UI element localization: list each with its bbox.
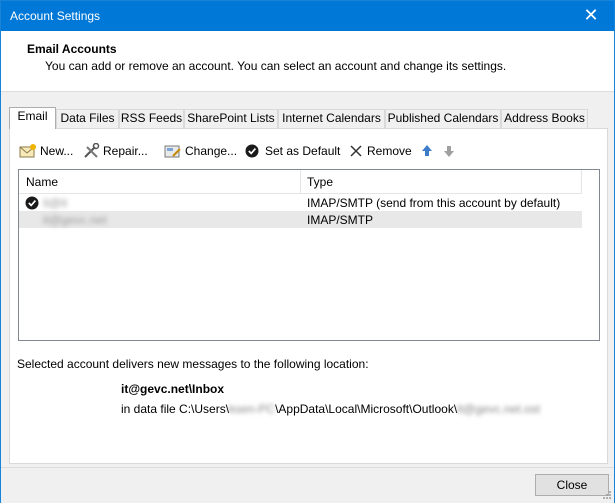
column-type[interactable]: Type <box>307 175 333 189</box>
tab-internet-calendars[interactable]: Internet Calendars <box>278 109 385 128</box>
change-label: Change... <box>185 144 238 158</box>
change-account-icon <box>164 145 181 158</box>
account-settings-window: Account Settings ✕ Email Accounts You ca… <box>0 0 615 503</box>
table-row[interactable]: it@it IMAP/SMTP (send from this account … <box>19 194 582 211</box>
default-check-icon <box>25 196 39 210</box>
repair-label: Repair... <box>103 144 148 158</box>
new-mail-icon <box>19 144 36 158</box>
close-button[interactable]: Close <box>535 474 609 496</box>
account-name: it@gevc.net <box>43 213 107 227</box>
change-button[interactable]: Change... <box>164 141 238 161</box>
data-file-name: it@gevc.net.ost <box>457 402 541 416</box>
account-type: IMAP/SMTP <box>307 213 374 227</box>
remove-label: Remove <box>367 144 412 158</box>
resize-grip-icon[interactable] <box>602 490 612 500</box>
tab-rss-feeds[interactable]: RSS Feeds <box>119 109 184 128</box>
check-circle-icon <box>245 144 259 158</box>
column-divider[interactable] <box>581 170 582 193</box>
move-down-button[interactable] <box>443 141 455 161</box>
remove-x-icon <box>350 145 362 157</box>
set-default-label: Set as Default <box>265 144 341 158</box>
set-as-default-button[interactable]: Set as Default <box>245 141 341 161</box>
repair-button[interactable]: Repair... <box>83 141 155 161</box>
arrow-up-icon <box>422 145 432 156</box>
table-row[interactable]: it@gevc.net IMAP/SMTP <box>19 211 582 228</box>
list-column-header: Name Type <box>19 170 582 194</box>
delivery-description: Selected account delivers new messages t… <box>17 357 369 371</box>
tab-sharepoint-lists[interactable]: SharePoint Lists <box>184 109 278 128</box>
account-name: it@it <box>43 196 68 210</box>
column-name[interactable]: Name <box>26 175 58 189</box>
header-title: Email Accounts <box>27 42 117 56</box>
tab-data-files[interactable]: Data Files <box>56 109 119 128</box>
tab-address-books[interactable]: Address Books <box>501 109 588 128</box>
data-file-user: ksen-PC <box>229 402 276 416</box>
dialog-header: Email Accounts You can add or remove an … <box>1 31 614 92</box>
arrow-down-icon <box>444 146 454 157</box>
data-file-path: in data file C:\Users\ksen-PC\AppData\Lo… <box>121 402 540 416</box>
window-close-button[interactable]: ✕ <box>568 1 614 31</box>
move-up-button[interactable] <box>421 141 433 161</box>
accounts-list[interactable]: Name Type it@it IMAP/SMTP (send from thi… <box>18 169 600 341</box>
tab-published-calendars[interactable]: Published Calendars <box>385 109 501 128</box>
account-type: IMAP/SMTP (send from this account by def… <box>307 196 561 210</box>
data-file-middle: \AppData\Local\Microsoft\Outlook\ <box>275 402 458 416</box>
data-file-prefix: in data file C:\Users\ <box>121 402 230 416</box>
title-bar: Account Settings ✕ <box>1 1 614 31</box>
new-label: New... <box>40 144 74 158</box>
window-title: Account Settings <box>10 9 101 23</box>
column-divider[interactable] <box>300 170 301 193</box>
dialog-footer <box>1 467 614 503</box>
delivery-folder: it@gevc.net\Inbox <box>121 382 225 396</box>
remove-button[interactable]: Remove <box>349 141 412 161</box>
new-account-button[interactable]: New... <box>19 141 75 161</box>
repair-tools-icon <box>84 143 100 158</box>
tab-email[interactable]: Email <box>9 107 56 129</box>
header-subtitle: You can add or remove an account. You ca… <box>45 59 507 73</box>
